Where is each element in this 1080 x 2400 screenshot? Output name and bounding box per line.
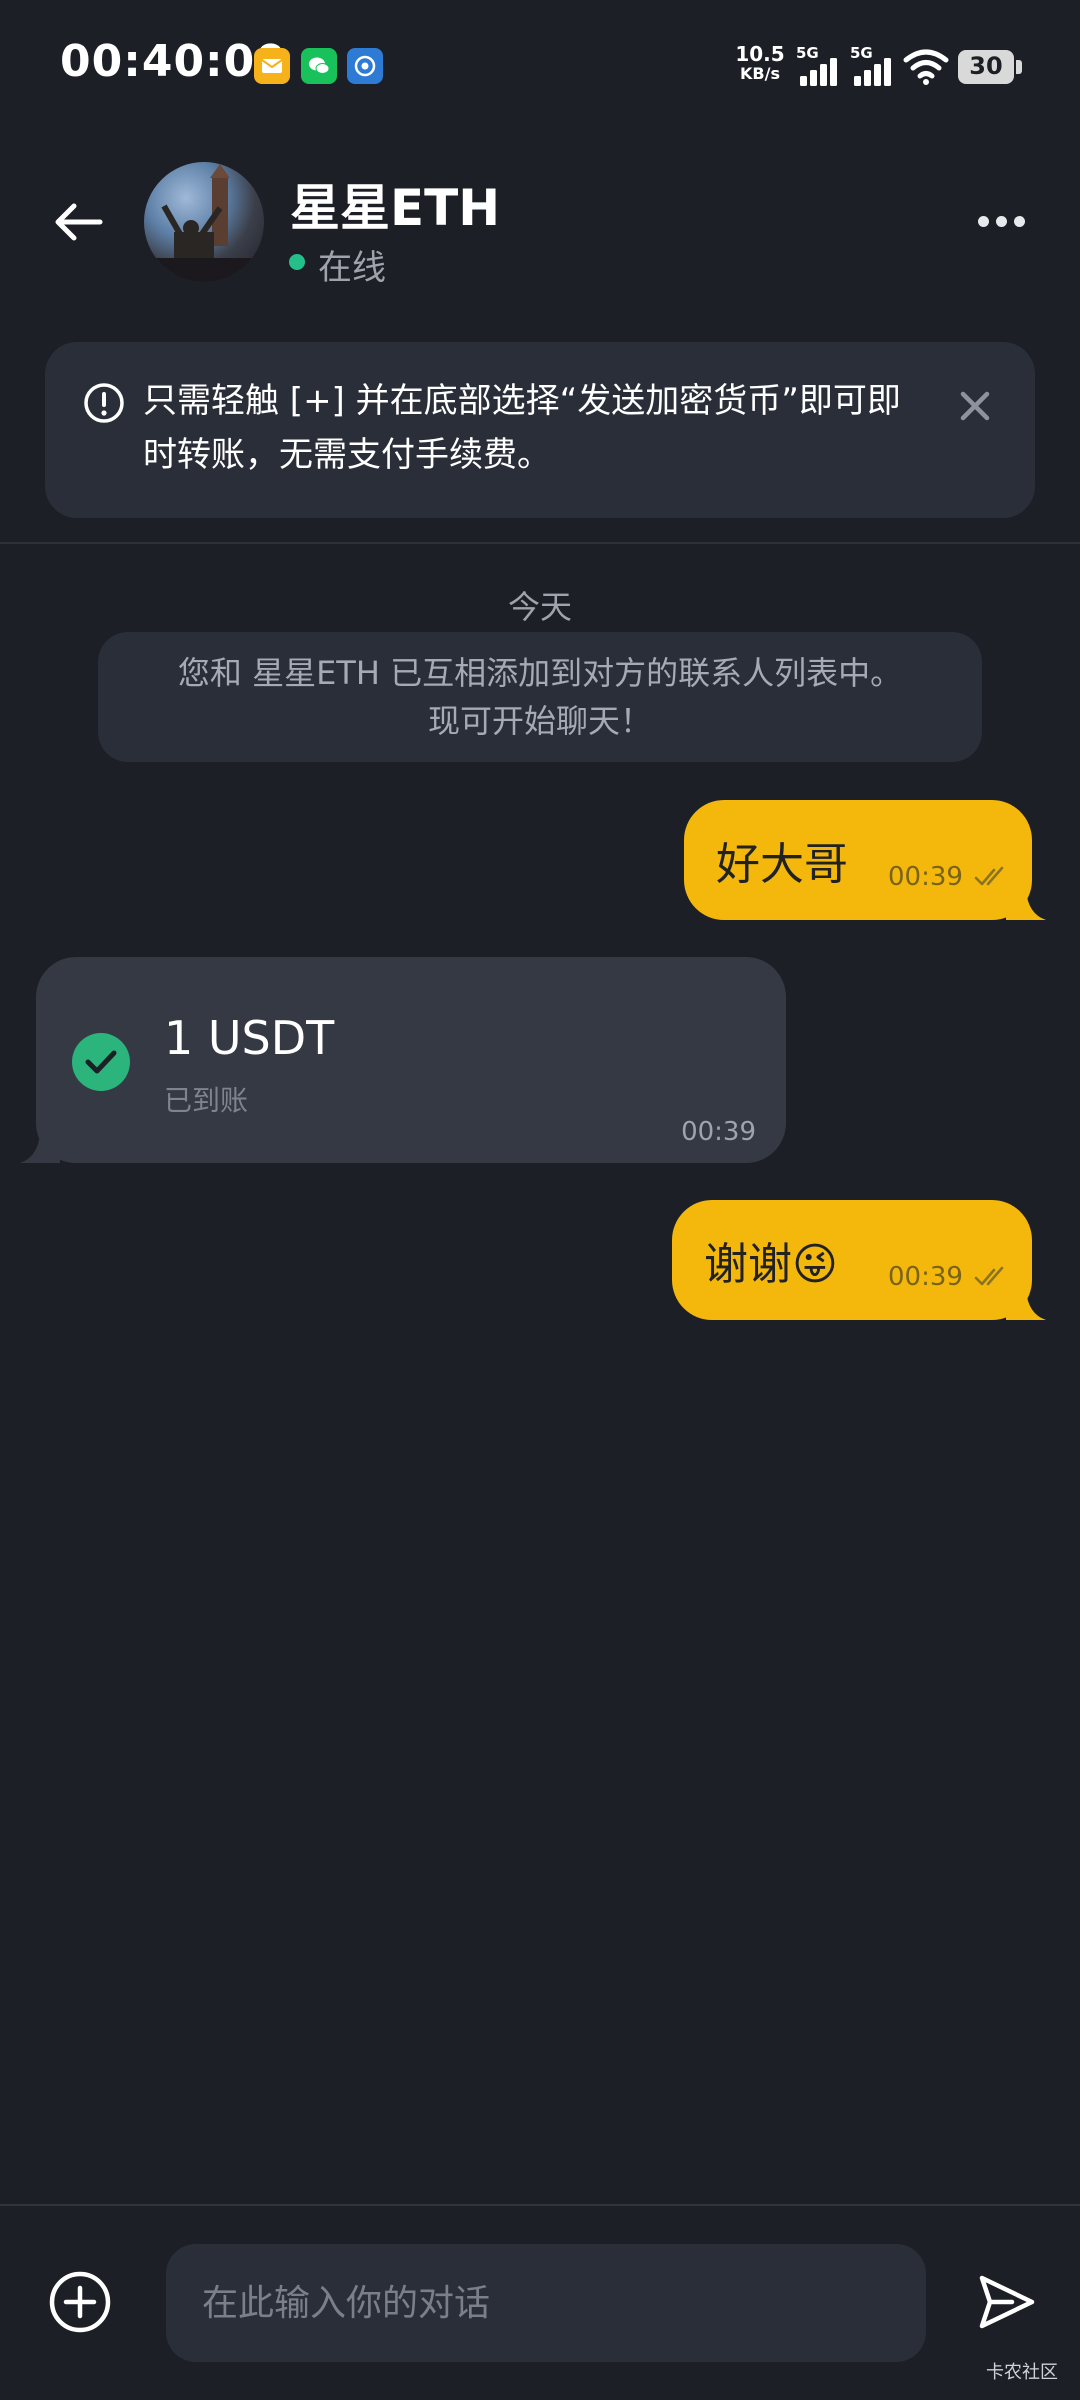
online-status-dot xyxy=(289,254,305,270)
double-check-icon xyxy=(974,1266,1004,1286)
double-check-icon xyxy=(974,866,1004,886)
system-message: 您和 星星ETH 已互相添加到对方的联系人列表中。 现可开始聊天！ xyxy=(98,632,982,762)
tip-banner: 只需轻触 [+] 并在底部选择“发送加密货币”即可即时转账，无需支付手续费。 xyxy=(45,342,1035,518)
watermark: 卡农社区 xyxy=(986,2362,1058,2383)
add-circle-icon xyxy=(49,2271,111,2333)
header-divider xyxy=(0,542,1080,544)
contact-name[interactable]: 星星ETH xyxy=(290,168,500,240)
day-separator: 今天 xyxy=(507,588,572,626)
wechat-icon xyxy=(301,48,337,84)
message-text: 好大哥 xyxy=(716,839,848,890)
incoming-payment-message[interactable]: 1 USDT 已到账 00:39 xyxy=(20,957,786,1163)
outgoing-message[interactable]: 好大哥 00:39 xyxy=(684,800,1046,920)
message-time: 00:39 xyxy=(888,862,963,892)
back-arrow-icon xyxy=(55,203,103,241)
more-icon xyxy=(978,216,989,227)
outgoing-message[interactable]: 谢谢😜 00:39 xyxy=(672,1200,1046,1320)
add-attachment-button[interactable] xyxy=(48,2270,112,2334)
payment-amount: 1 USDT xyxy=(164,1011,335,1065)
send-button[interactable] xyxy=(976,2272,1038,2332)
message-text: 谢谢😜 xyxy=(704,1239,838,1290)
wifi-icon xyxy=(902,48,950,90)
check-icon xyxy=(72,1033,130,1091)
info-icon xyxy=(84,383,124,423)
chat-screen: 00:40:00 10.5 KB/s 5G 5G 30 星星ETH 在线 只需轻… xyxy=(0,0,1080,2400)
composer-bar xyxy=(0,2206,1080,2400)
status-bar: 00:40:00 10.5 KB/s 5G 5G 30 xyxy=(0,0,1080,130)
online-status: 在线 xyxy=(318,248,386,288)
status-clock: 00:40:00 xyxy=(60,36,287,87)
mail-icon xyxy=(254,48,290,84)
avatar[interactable] xyxy=(144,162,264,282)
more-button[interactable] xyxy=(974,208,1030,236)
app-icon xyxy=(347,48,383,84)
battery-icon: 30 xyxy=(958,50,1022,84)
network-speed: 10.5 KB/s xyxy=(735,42,785,83)
tip-text: 只需轻触 [+] 并在底部选择“发送加密货币”即可即时转账，无需支付手续费。 xyxy=(143,381,901,475)
back-button[interactable] xyxy=(50,198,106,246)
payment-status: 已到账 xyxy=(164,1084,249,1117)
message-time: 00:39 xyxy=(888,1262,963,1292)
send-icon xyxy=(979,2275,1035,2329)
close-icon[interactable] xyxy=(957,388,993,424)
message-time: 00:39 xyxy=(681,1117,756,1147)
message-input[interactable] xyxy=(166,2244,926,2362)
